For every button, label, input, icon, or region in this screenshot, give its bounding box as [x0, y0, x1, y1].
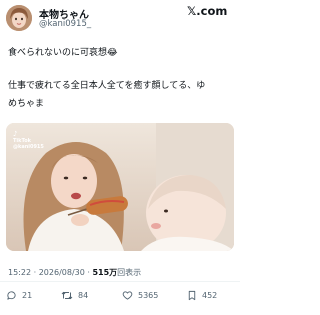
reply-count: 21 — [22, 290, 33, 300]
views-count: 515万 — [92, 268, 118, 277]
heart-icon — [122, 290, 133, 300]
reply-button[interactable]: 21 — [6, 289, 32, 301]
bookmark-count: 452 — [202, 290, 218, 300]
repost-count: 84 — [78, 290, 89, 300]
video-thumbnail[interactable]: ♪ TikTok @kani0915 — [6, 123, 234, 251]
bookmark-icon — [188, 290, 196, 300]
tiktok-watermark: ♪ TikTok @kani0915 — [13, 130, 44, 151]
repost-icon — [61, 291, 73, 299]
x-logo: 𝕏.com — [187, 4, 228, 18]
reply-icon — [7, 290, 16, 300]
tweet-date[interactable]: 2026/08/30 — [39, 268, 85, 277]
bookmark-button[interactable]: 452 — [187, 289, 217, 301]
divider — [0, 281, 240, 282]
repost-button[interactable]: 84 — [61, 289, 88, 301]
meta-separator: · — [33, 268, 37, 277]
like-count: 5365 — [138, 290, 159, 300]
avatar[interactable] — [6, 5, 32, 31]
like-button[interactable]: 5365 — [122, 289, 158, 301]
views-label: 回表示 — [117, 268, 142, 277]
user-handle[interactable]: @kani0915_ — [39, 19, 91, 29]
tweet-meta: 15:22 · 2026/08/30 · 515万回表示 — [8, 267, 141, 278]
tweet-text-line: めちゃま — [8, 99, 45, 109]
watermark-user-label: @kani0915 — [13, 144, 44, 150]
tweet-time[interactable]: 15:22 — [8, 268, 31, 277]
tweet-text-line: 仕事で疲れてる全日本人全てを癒す顔してる、ゆ — [8, 81, 206, 91]
meta-separator: · — [87, 268, 90, 277]
tiktok-icon: ♪ — [13, 130, 18, 138]
tweet-text-line: 食べられないのに可哀想😂 — [8, 48, 118, 58]
